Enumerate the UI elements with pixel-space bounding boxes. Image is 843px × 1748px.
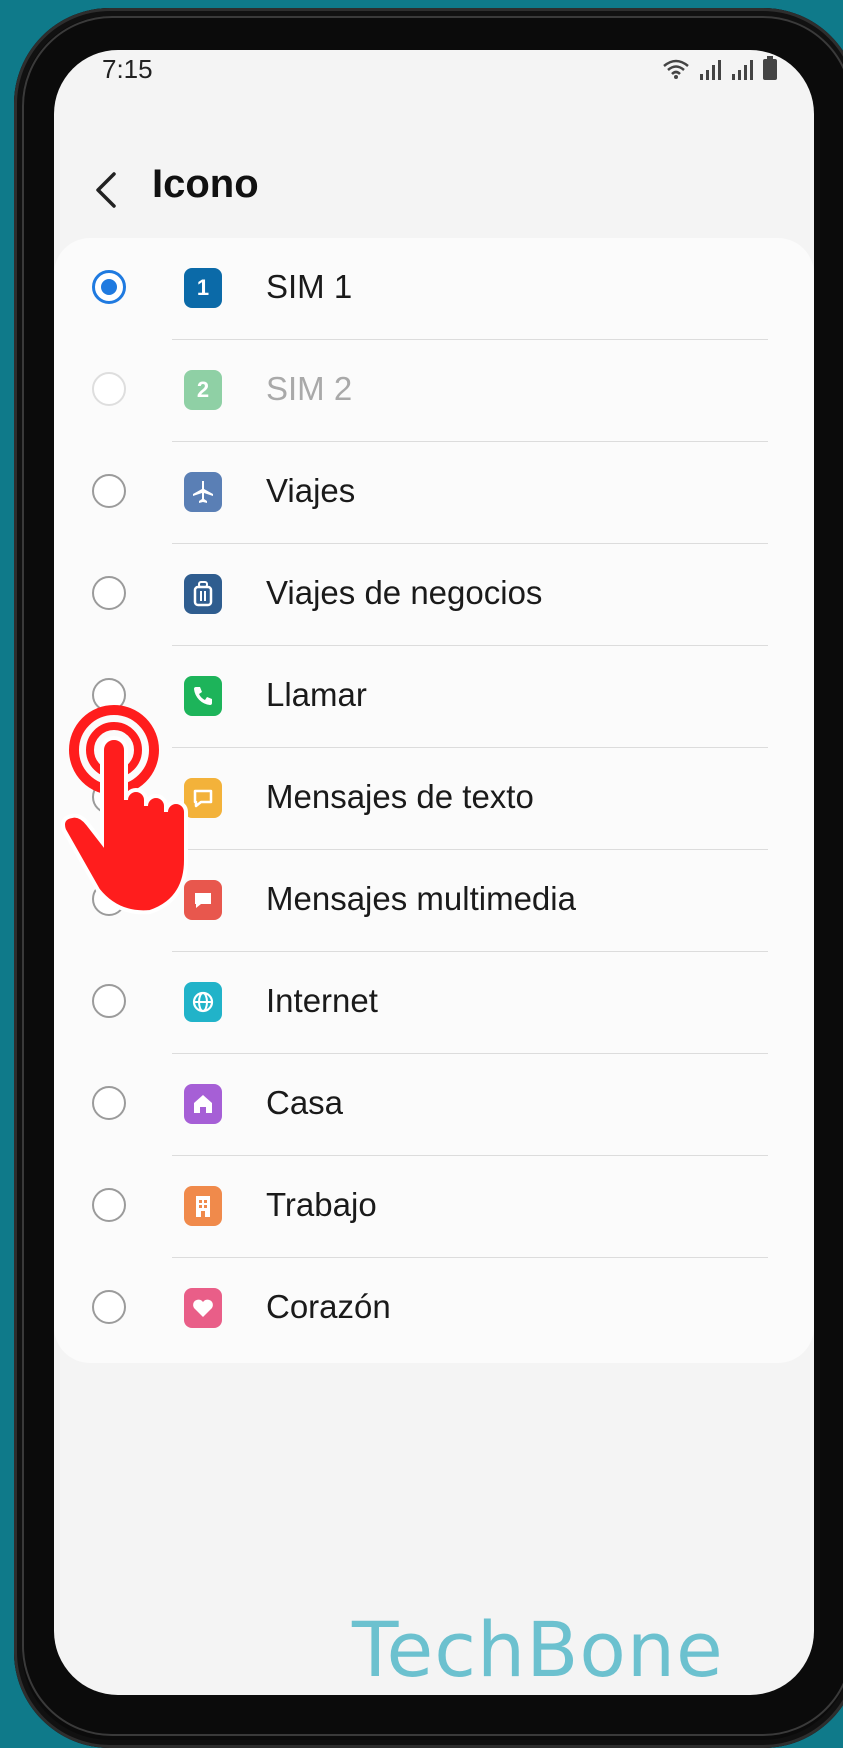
option-sim-1[interactable]: 1 SIM 1	[54, 238, 814, 340]
airplane-icon	[184, 472, 222, 512]
back-button[interactable]	[88, 168, 128, 212]
sim-2-icon: 2	[184, 370, 222, 410]
option-label: SIM 1	[266, 268, 353, 305]
option-sim-2: 2 SIM 2	[54, 340, 814, 442]
heart-icon	[184, 1288, 222, 1328]
option-label: Internet	[266, 982, 378, 1019]
status-bar: 7:15	[54, 50, 814, 120]
option-internet[interactable]: Internet	[54, 952, 814, 1054]
header: Icono	[54, 150, 814, 230]
globe-icon	[184, 982, 222, 1022]
option-label: Corazón	[266, 1288, 391, 1325]
option-trabajo[interactable]: Trabajo	[54, 1156, 814, 1258]
option-label: Trabajo	[266, 1186, 377, 1223]
status-time: 7:15	[102, 54, 153, 84]
signal-icon	[700, 60, 721, 80]
radio-button	[92, 372, 126, 406]
wifi-icon	[663, 59, 689, 79]
option-label: Mensajes multimedia	[266, 880, 576, 917]
radio-button[interactable]	[92, 984, 126, 1018]
radio-button[interactable]	[92, 270, 126, 304]
radio-button[interactable]	[92, 474, 126, 508]
watermark: TechBone	[352, 1605, 724, 1694]
option-label: Viajes	[266, 472, 356, 509]
tap-hand-icon	[61, 705, 188, 915]
option-label: Viajes de negocios	[266, 574, 543, 611]
signal-icon-2	[732, 60, 753, 80]
option-label: Mensajes de texto	[266, 778, 534, 815]
option-viajes[interactable]: Viajes	[54, 442, 814, 544]
status-icons	[662, 56, 778, 80]
battery-icon	[763, 56, 777, 80]
option-label: Casa	[266, 1084, 344, 1121]
radio-button[interactable]	[92, 576, 126, 610]
luggage-icon	[184, 574, 222, 614]
radio-button[interactable]	[92, 1290, 126, 1324]
radio-button[interactable]	[92, 1086, 126, 1120]
option-label: Llamar	[266, 676, 367, 713]
radio-button[interactable]	[92, 1188, 126, 1222]
option-viajes-de-negocios[interactable]: Viajes de negocios	[54, 544, 814, 646]
building-icon	[184, 1186, 222, 1226]
option-casa[interactable]: Casa	[54, 1054, 814, 1156]
sim-1-icon: 1	[184, 268, 222, 308]
option-label: SIM 2	[266, 370, 353, 407]
option-corazon[interactable]: Corazón	[54, 1258, 814, 1360]
back-arrow-icon	[96, 172, 116, 208]
home-icon	[184, 1084, 222, 1124]
page-title: Icono	[152, 162, 259, 206]
